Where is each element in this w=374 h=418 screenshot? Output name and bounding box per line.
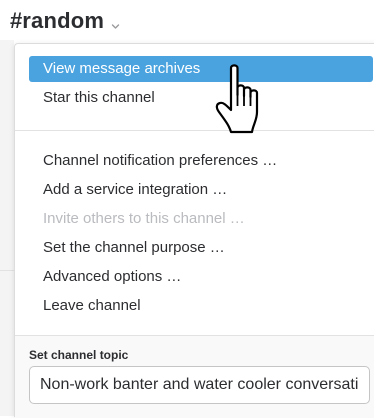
channel-name: random <box>22 8 105 33</box>
menu-item-invite-others: Invite others to this channel … <box>43 210 245 227</box>
menu-item-advanced-options[interactable]: Advanced options … <box>29 264 373 290</box>
chevron-down-icon <box>111 18 120 29</box>
menu-item-star-channel[interactable]: Star this channel <box>29 85 373 111</box>
topic-section: Set channel topic <box>15 336 374 418</box>
menu-item-set-purpose[interactable]: Set the channel purpose … <box>29 235 373 261</box>
menu-item-view-archives[interactable]: View message archives <box>29 56 373 82</box>
channel-menu: View message archives Star this channel … <box>14 43 374 418</box>
channel-title-button[interactable]: # random <box>10 6 120 36</box>
menu-item-add-integration[interactable]: Add a service integration … <box>29 177 373 203</box>
menu-item-notification-preferences[interactable]: Channel notification preferences … <box>29 148 373 174</box>
menu-group-settings: Channel notification preferences … Add a… <box>15 148 374 322</box>
menu-item-leave-channel[interactable]: Leave channel <box>29 293 373 319</box>
background-panel <box>0 40 14 416</box>
topic-input[interactable] <box>29 366 370 404</box>
menu-group-primary: View message archives Star this channel <box>15 56 374 114</box>
menu-divider <box>15 130 374 131</box>
background-divider <box>0 270 14 271</box>
topic-label: Set channel topic <box>29 348 129 362</box>
channel-hash-symbol: # <box>10 8 23 33</box>
